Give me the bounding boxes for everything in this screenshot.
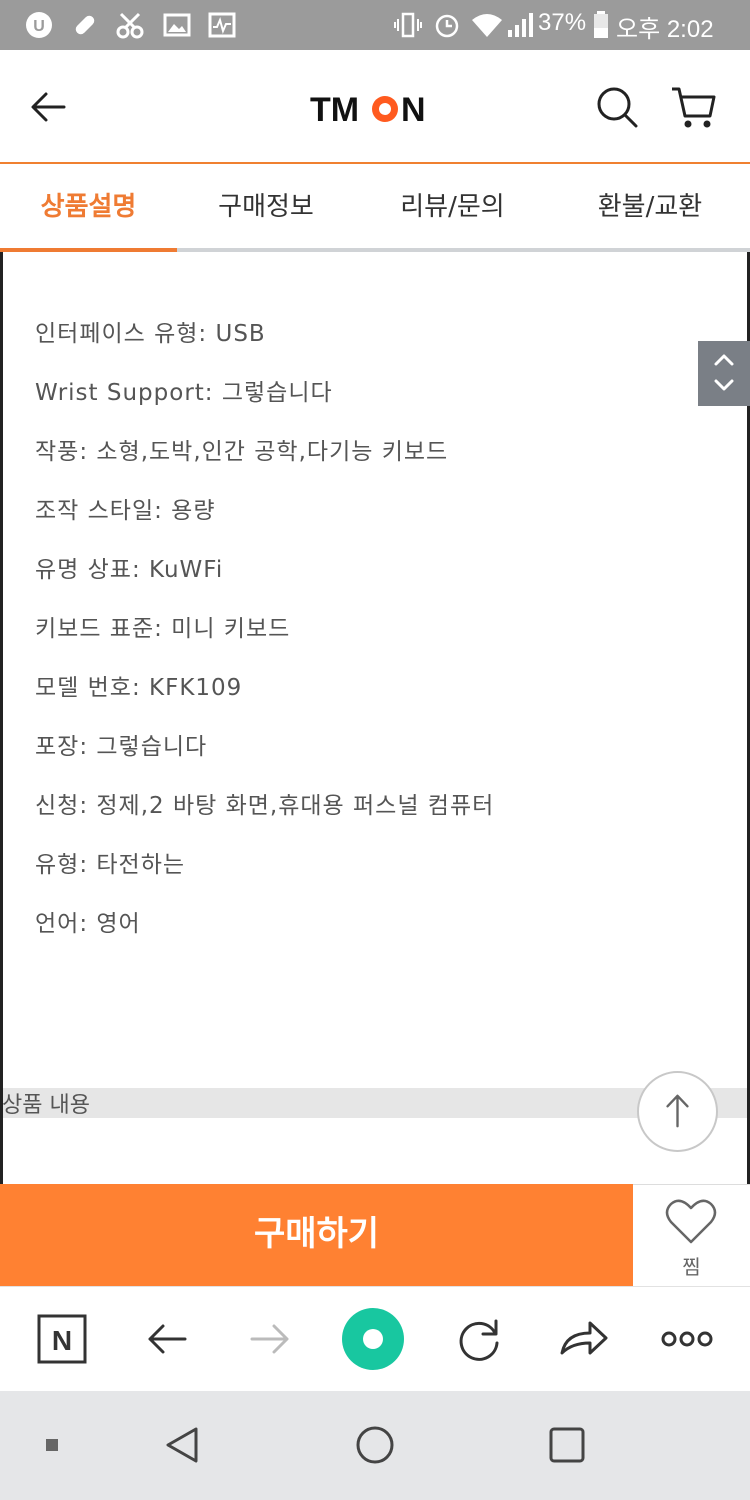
status-bar: U 37% 오후 2:02 <box>0 0 750 50</box>
share-icon[interactable] <box>552 1307 616 1371</box>
spec-item: 유명 상표: KuWFi <box>35 557 224 583</box>
vibrate-icon <box>394 12 422 38</box>
back-arrow-icon[interactable] <box>135 1307 199 1371</box>
u-plus-icon: U <box>26 12 52 38</box>
product-content-label: 상품 내용 <box>2 1093 90 1118</box>
forward-arrow-icon[interactable] <box>238 1307 302 1371</box>
spec-item: 키보드 표준: 미니 키보드 <box>35 616 291 642</box>
tab-review-inquiry[interactable]: 리뷰/문의 <box>355 166 550 248</box>
square-recent-icon[interactable] <box>547 1425 587 1465</box>
triangle-back-icon[interactable] <box>160 1423 204 1467</box>
chevron-down-icon <box>714 379 734 391</box>
svg-text:N: N <box>52 1325 72 1356</box>
heart-icon <box>665 1199 717 1244</box>
activity-icon <box>208 12 236 38</box>
circle-home-icon[interactable] <box>354 1424 396 1466</box>
image-icon <box>163 13 191 37</box>
battery-icon <box>594 11 608 38</box>
square-dot-icon[interactable] <box>44 1437 60 1453</box>
spec-item: Wrist Support: 그렇습니다 <box>35 380 333 406</box>
more-icon[interactable] <box>655 1307 719 1371</box>
spec-list: 인터페이스 유형: USB Wrist Support: 그렇습니다 작풍: 소… <box>35 314 494 963</box>
tab-product-description[interactable]: 상품설명 <box>0 166 177 248</box>
app-header: TM N <box>0 50 750 164</box>
wish-label: 찜 <box>682 1255 701 1279</box>
scissors-icon <box>116 12 144 39</box>
spec-item: 모델 번호: KFK109 <box>35 675 243 701</box>
svg-text:U: U <box>33 18 45 35</box>
spec-item: 언어: 영어 <box>35 911 141 937</box>
alarm-icon <box>435 14 459 38</box>
naver-n-icon[interactable]: N <box>30 1307 94 1371</box>
chevron-up-icon <box>714 354 734 366</box>
tmon-logo[interactable]: TM N <box>300 88 450 128</box>
android-nav-bar <box>0 1391 750 1500</box>
signal-icon <box>508 13 533 37</box>
spec-item: 신청: 정제,2 바탕 화면,휴대용 퍼스널 컴퓨터 <box>35 793 495 819</box>
cart-button[interactable] <box>666 80 720 134</box>
green-home-icon[interactable] <box>341 1307 405 1371</box>
battery-percent: 37% <box>538 9 587 36</box>
spec-item: 작풍: 소형,도박,인간 공학,다기능 키보드 <box>35 439 449 465</box>
tab-bar: 상품설명 구매정보 리뷰/문의 환불/교환 <box>0 166 750 252</box>
spec-item: 포장: 그렇습니다 <box>35 734 208 760</box>
spec-item: 인터페이스 유형: USB <box>35 321 266 347</box>
buy-button[interactable]: 구매하기 <box>0 1184 633 1286</box>
spec-item: 유형: 타전하는 <box>35 852 186 878</box>
scroll-up-down-button[interactable] <box>698 341 750 406</box>
pill-icon <box>75 15 95 35</box>
product-detail-frame: 인터페이스 유형: USB Wrist Support: 그렇습니다 작풍: 소… <box>0 252 750 1184</box>
arrow-up-icon <box>666 1094 689 1128</box>
scroll-to-top-button[interactable] <box>637 1071 718 1152</box>
product-content-bar <box>3 1088 747 1118</box>
svg-text:N: N <box>401 91 426 128</box>
spec-item: 조작 스타일: 용량 <box>35 498 216 524</box>
back-button[interactable] <box>22 80 76 134</box>
clock: 오후 2:02 <box>616 16 714 43</box>
wifi-icon <box>472 14 502 37</box>
refresh-icon[interactable] <box>447 1307 511 1371</box>
tab-refund-exchange[interactable]: 환불/교환 <box>550 166 750 248</box>
tab-purchase-info[interactable]: 구매정보 <box>177 166 355 248</box>
wish-button[interactable]: 찜 <box>633 1184 750 1286</box>
search-button[interactable] <box>590 80 644 134</box>
svg-text:TM: TM <box>310 91 359 128</box>
browser-toolbar: N <box>0 1286 750 1391</box>
